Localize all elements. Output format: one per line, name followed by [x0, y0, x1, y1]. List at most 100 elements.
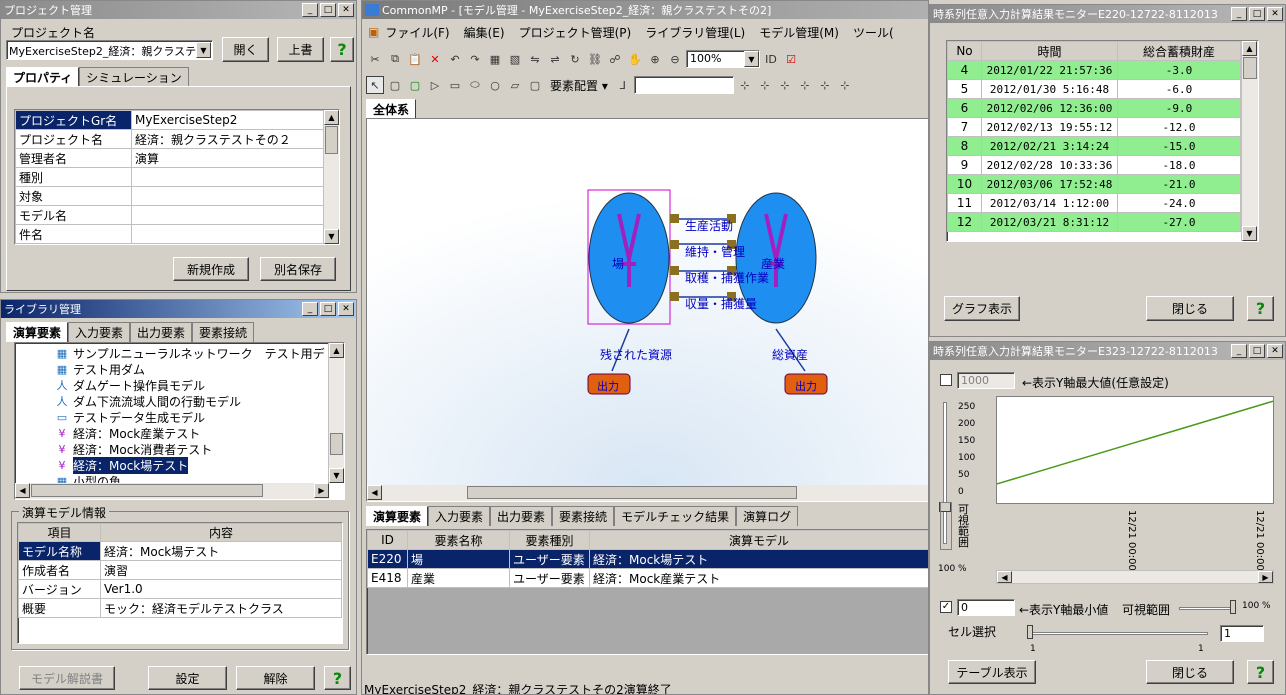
graph-show-button[interactable]: グラフ表示 — [944, 296, 1020, 321]
maximize-icon[interactable]: □ — [320, 302, 336, 316]
scroll-left-icon[interactable]: ◀ — [367, 485, 382, 500]
pointer-icon[interactable]: ↖ — [366, 76, 384, 94]
info-row[interactable]: 概要 モック：経済モデルテストクラス — [18, 598, 342, 618]
check-icon[interactable]: ☑ — [782, 50, 800, 68]
tab-connection[interactable]: 要素接続 — [192, 322, 255, 342]
cut-icon[interactable]: ✂ — [366, 50, 384, 68]
maximize-icon[interactable]: □ — [320, 3, 336, 17]
ymax-checkbox[interactable] — [940, 374, 952, 386]
main-titlebar[interactable]: CommonMP - [モデル管理 - MyExerciseStep2_経済：親… — [362, 1, 928, 19]
property-row[interactable]: 対象 — [15, 186, 325, 206]
connector-icon[interactable]: ⅃ — [614, 76, 632, 94]
flip-icon[interactable]: ⇋ — [526, 50, 544, 68]
scroll-thumb[interactable] — [31, 484, 263, 497]
table-row[interactable]: 6 2012/02/06 12:36:00 -9.0 — [947, 98, 1241, 118]
scroll-thumb[interactable] — [467, 486, 797, 499]
close-icon[interactable]: ✕ — [1267, 344, 1283, 358]
maximize-icon[interactable]: □ — [1249, 7, 1265, 21]
scroll-thumb[interactable] — [330, 433, 343, 455]
tab-bottom[interactable]: 演算ログ — [736, 506, 799, 526]
rect-icon[interactable]: ▢ — [386, 76, 404, 94]
tab-bottom[interactable]: 出力要素 — [490, 506, 553, 526]
close-icon[interactable]: ✕ — [1267, 7, 1283, 21]
model-canvas[interactable]: 場 産業 生産活動 維持・管理 取穫・捕獲作業 収量・捕獲量 残された資源 総資… — [366, 118, 928, 502]
minimize-icon[interactable]: _ — [302, 3, 318, 17]
tree-vscroll[interactable]: ▲ ▼ — [328, 343, 344, 483]
tree-item[interactable]: ¥ 経済：Mock産業テスト — [55, 425, 327, 441]
tree-item[interactable]: ▭ テストデータ生成モデル — [55, 409, 327, 425]
paste-icon[interactable]: 📋 — [406, 50, 424, 68]
zoom-in-icon[interactable]: ⊕ — [646, 50, 664, 68]
square-icon[interactable]: ▭ — [446, 76, 464, 94]
monitor-header[interactable]: 総合蓄積財産 — [1117, 41, 1241, 61]
tab-property[interactable]: プロパティ — [6, 67, 80, 87]
minimize-icon[interactable]: _ — [302, 302, 318, 316]
align-icon[interactable]: ⊹ — [776, 76, 794, 94]
tab-bottom[interactable]: 要素接続 — [552, 506, 615, 526]
menu-item[interactable]: プロジェクト管理(P) — [519, 24, 632, 41]
link-icon[interactable]: ⛓ — [586, 50, 604, 68]
chevron-down-icon[interactable]: ▼ — [744, 51, 759, 67]
close-icon[interactable]: ✕ — [338, 302, 354, 316]
scroll-right-icon[interactable]: ▶ — [314, 483, 329, 498]
release-button[interactable]: 解除 — [236, 666, 315, 690]
redo-icon[interactable]: ↷ — [466, 50, 484, 68]
menu-item[interactable]: 編集(E) — [464, 24, 505, 41]
undo-icon[interactable]: ↶ — [446, 50, 464, 68]
tab-calc-element[interactable]: 演算要素 — [6, 322, 69, 342]
help-icon[interactable]: ? — [1247, 660, 1274, 684]
mirror-icon[interactable]: ⇌ — [546, 50, 564, 68]
cell-slider-thumb[interactable] — [1027, 625, 1033, 639]
tree-item[interactable]: ▦ テスト用ダム — [55, 361, 327, 377]
green-rect-icon[interactable]: ▢ — [406, 76, 424, 94]
monitor2-close-button[interactable]: 閉じる — [1146, 660, 1234, 684]
property-row[interactable]: モデル名 — [15, 205, 325, 225]
close-icon[interactable]: ✕ — [338, 3, 354, 17]
scroll-down-icon[interactable]: ▼ — [324, 229, 339, 244]
table-show-button[interactable]: テーブル表示 — [948, 660, 1036, 684]
triangle-icon[interactable]: ▷ — [426, 76, 444, 94]
project-combo[interactable]: MyExerciseStep2_経済：親クラステ ▼ — [6, 40, 213, 60]
property-row[interactable]: プロジェクトGr名 MyExerciseStep2 — [15, 110, 325, 130]
settings-button[interactable]: 設定 — [148, 666, 227, 690]
scroll-down-icon[interactable]: ▼ — [1242, 226, 1257, 241]
monitor1-close-button[interactable]: 閉じる — [1146, 296, 1234, 321]
monitor1-scrollbar[interactable]: ▲ ▼ — [1241, 41, 1258, 241]
scroll-thumb[interactable] — [325, 126, 338, 154]
help-icon[interactable]: ? — [324, 666, 351, 690]
overwrite-button[interactable]: 上書 — [277, 37, 324, 62]
monitor-header[interactable]: No — [947, 41, 982, 61]
toolbar-text-field[interactable] — [633, 76, 734, 94]
monitor1-titlebar[interactable]: 時系列任意入力計算結果モニターE220-12722-8112013 _ □ ✕ — [930, 5, 1285, 23]
delete-icon[interactable]: ✕ — [426, 50, 444, 68]
scroll-down-icon[interactable]: ▼ — [329, 468, 344, 483]
cell-spinner[interactable]: 1 — [1220, 625, 1264, 642]
scroll-up-icon[interactable]: ▲ — [324, 110, 339, 125]
scroll-left-icon[interactable]: ◀ — [15, 483, 30, 498]
scroll-up-icon[interactable]: ▲ — [329, 343, 344, 358]
monitor2-titlebar[interactable]: 時系列任意入力計算結果モニターE323-12722-8112013 _ □ ✕ — [930, 342, 1285, 360]
grid-header[interactable]: 要素名称 — [407, 530, 510, 550]
cell-slider[interactable] — [1030, 632, 1208, 635]
ellipse-icon[interactable]: ⬭ — [466, 76, 484, 94]
table-row[interactable]: 9 2012/02/28 10:33:36 -18.0 — [947, 155, 1241, 175]
minimize-icon[interactable]: _ — [1231, 344, 1247, 358]
grid-header[interactable]: 要素種別 — [509, 530, 590, 550]
tree-item[interactable]: ¥ 経済：Mock場テスト — [55, 456, 327, 474]
copy-icon[interactable]: ⧉ — [386, 50, 404, 68]
save-as-button[interactable]: 別名保存 — [260, 257, 336, 281]
scroll-right-icon[interactable]: ▶ — [1258, 571, 1273, 583]
scroll-left-icon[interactable]: ◀ — [997, 571, 1012, 583]
tree-item[interactable]: ▦ サンプルニューラルネットワーク テスト用デ — [55, 345, 327, 361]
library-titlebar[interactable]: ライブラリ管理 _ □ ✕ — [1, 300, 356, 318]
info-row[interactable]: モデル名称 経済：Mock場テスト — [18, 541, 342, 561]
minimize-icon[interactable]: _ — [1231, 7, 1247, 21]
visible-range-thumb[interactable] — [1230, 600, 1236, 614]
tree-item[interactable]: 人ダム下流流域人間の行動モデル — [55, 393, 327, 409]
hand-icon[interactable]: ✋ — [626, 50, 644, 68]
grid-header[interactable]: ID — [367, 530, 408, 550]
property-row[interactable]: プロジェクト名 経済：親クラステストその２ — [15, 129, 325, 149]
info-row[interactable]: 作成者名 演習 — [18, 560, 342, 580]
menu-item[interactable]: ファイル(F) — [385, 24, 449, 41]
tab-bottom[interactable]: 演算要素 — [366, 506, 429, 526]
